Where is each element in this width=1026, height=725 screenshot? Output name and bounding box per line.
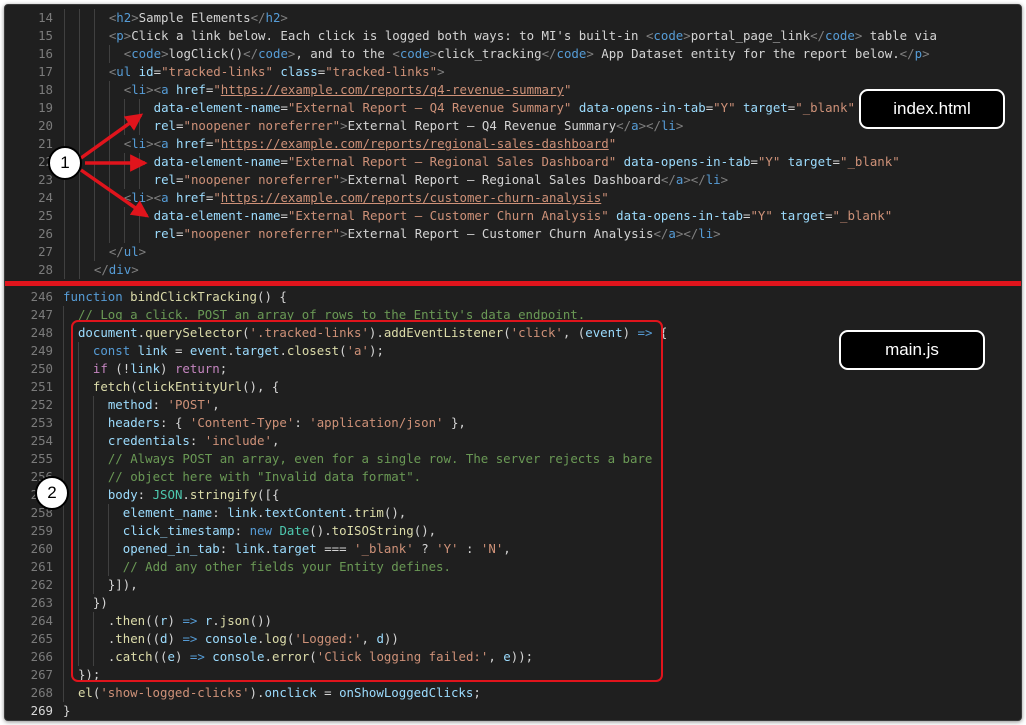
file-label-index-html: index.html	[859, 89, 1005, 129]
arrow-to-link-3	[79, 168, 150, 218]
screenshot-frame: 14 <h2>Sample Elements</h2> 15 <p>Click a l…	[4, 4, 1022, 721]
callout-1: 1	[48, 146, 82, 180]
file-label-main-js: main.js	[839, 330, 985, 370]
arrow-to-link-1	[79, 113, 144, 160]
callout-2: 2	[35, 476, 69, 510]
